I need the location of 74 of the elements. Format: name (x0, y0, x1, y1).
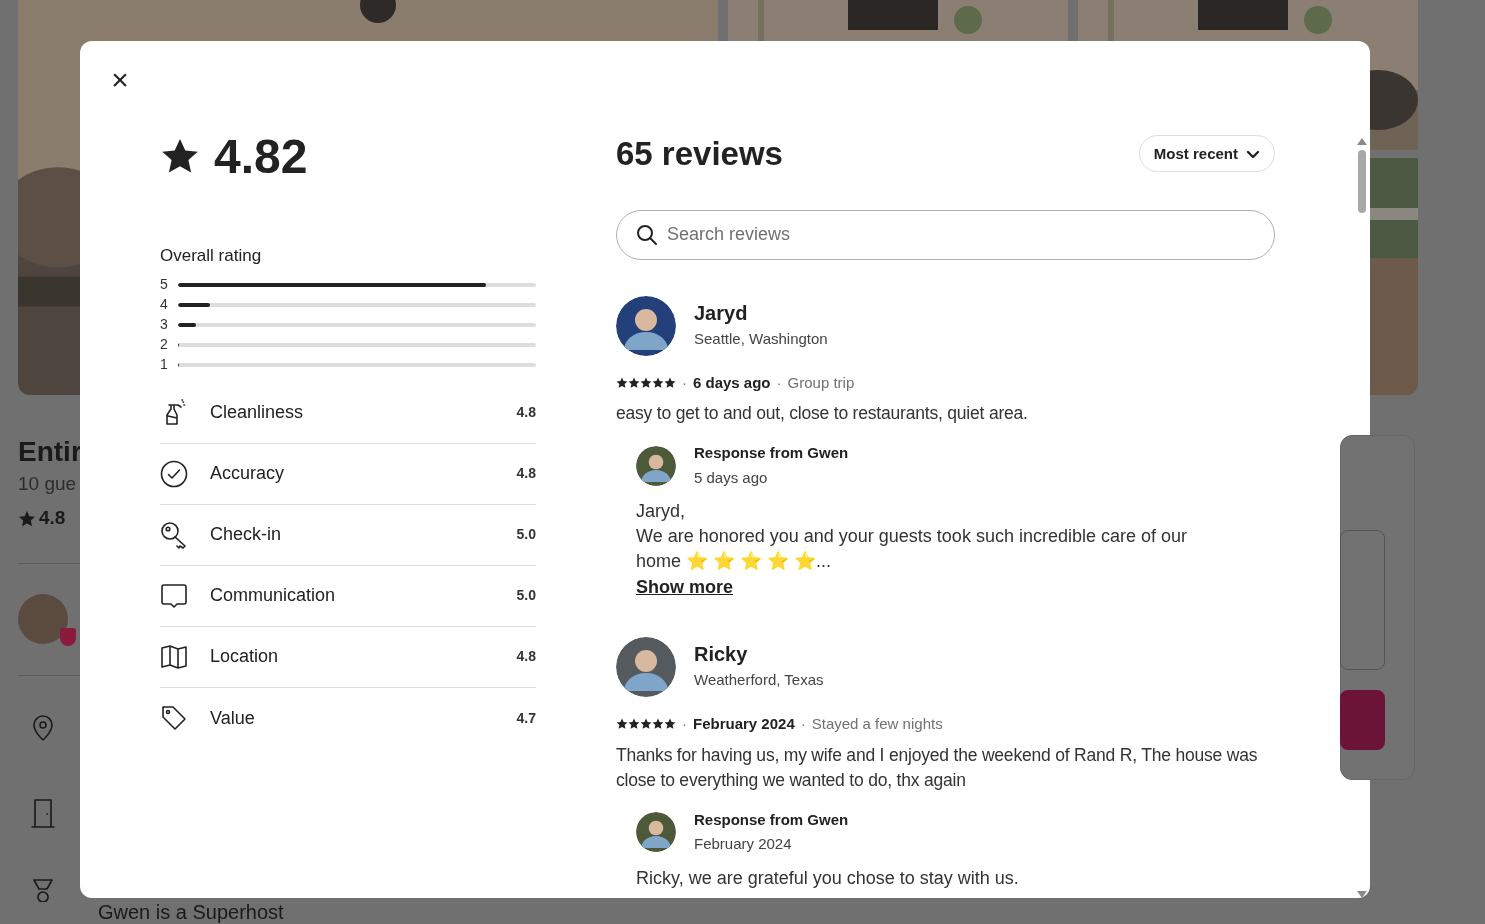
show-more-link[interactable]: Show more (636, 577, 733, 598)
speech-bubble-icon (160, 581, 188, 610)
trip-type: Stayed a few nights (811, 714, 943, 735)
category-label: Value (210, 706, 256, 730)
category-label: Location (210, 645, 280, 668)
separator-dot: · (776, 372, 782, 393)
section-heading: Overall rating (160, 245, 263, 267)
reviewer-location: Weatherford, Texas (694, 670, 824, 691)
separator-dot: · (682, 372, 687, 393)
category-score: 4.8 (516, 403, 536, 422)
separator-dot: · (800, 714, 806, 735)
sort-dropdown[interactable]: Most recent (1138, 135, 1275, 173)
door-icon (30, 797, 56, 828)
checkmark-circle-icon (160, 459, 188, 488)
location-pin-icon (30, 713, 56, 742)
star-icon (616, 376, 628, 389)
star-icon (652, 376, 664, 389)
category-label: Accuracy (210, 462, 286, 485)
reviewer-name: Jaryd (694, 300, 749, 325)
response-date: 5 days ago (694, 467, 769, 488)
avatar (616, 637, 676, 698)
rating-text: 4.8 (39, 506, 66, 531)
star-icon (18, 509, 36, 528)
avatar (616, 295, 676, 356)
trip-type: Group trip (787, 372, 855, 393)
listing-title: Entir (18, 437, 80, 468)
category-score: 4.7 (516, 708, 536, 728)
category-label: Check-in (210, 523, 283, 546)
review-date: February 2024 (693, 714, 795, 735)
category-score: 4.8 (516, 464, 536, 483)
search-icon (636, 223, 658, 246)
reviewer-location: Seattle, Washington (694, 328, 828, 349)
review-text: easy to get to and out, close to restaurants, quiet area. (616, 402, 1029, 426)
key-icon (160, 520, 188, 549)
tag-icon (160, 704, 188, 732)
review-text: Thanks for having us, my wife and I enjoyed the weekend of Rand R, The house was close to everything we wanted to do, thx again (616, 743, 1259, 792)
star-icon (616, 718, 628, 731)
rating-label: 4 (160, 295, 168, 314)
close-button[interactable]: × (106, 66, 134, 94)
category-score: 5.0 (516, 525, 536, 544)
rating-label: 5 (160, 275, 168, 294)
response-title: Response from Gwen (694, 443, 849, 464)
rating-label: 2 (160, 335, 168, 354)
trophy-icon (30, 877, 56, 902)
star-icon (640, 718, 652, 731)
response-text: Ricky, we are grateful you chose to stay with us. (636, 866, 1020, 890)
superhost-text: Gwen is a Superhost (98, 900, 284, 924)
review-date: 6 days ago (693, 372, 771, 393)
rating-label: 1 (160, 355, 168, 374)
category-score: 5.0 (516, 586, 536, 605)
reviews-heading: 65 reviews (616, 134, 783, 174)
star-icon (652, 718, 664, 731)
response-date: February 2024 (694, 834, 793, 855)
map-icon (160, 642, 188, 671)
response-title: Response from Gwen (694, 809, 849, 830)
star-icon (640, 376, 652, 389)
separator-dot: · (682, 714, 687, 735)
search-field[interactable]: Search reviews (616, 209, 1275, 260)
category-label: Cleanliness (210, 401, 305, 424)
reviewer-name: Ricky (694, 642, 749, 667)
category-score: 4.8 (516, 647, 536, 666)
guest-count: 10 gue (18, 471, 78, 496)
response-text: We are honored you and your guests took such incredible care of our home ⭐ ⭐ ⭐ ⭐ ⭐... (636, 525, 1188, 574)
avatar (636, 812, 676, 853)
star-icon (628, 718, 640, 731)
category-label: Communication (210, 584, 337, 607)
avatar (636, 445, 676, 486)
overall-score: 4.82 (214, 133, 308, 181)
response-text: Jaryd, (636, 500, 687, 524)
star-icon (664, 718, 676, 731)
rating-label: 3 (160, 315, 168, 334)
star-icon (628, 376, 640, 389)
star-icon (664, 376, 676, 389)
superhost-badge (60, 627, 76, 646)
